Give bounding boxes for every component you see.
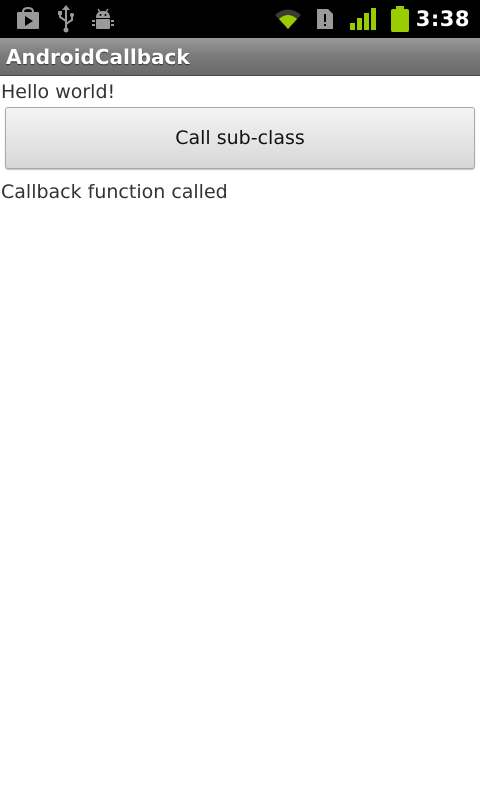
callback-status-text: Callback function called	[1, 181, 228, 203]
sd-card-icon	[314, 0, 336, 38]
play-store-icon	[14, 0, 42, 38]
main-content: Hello world! Call sub-class Callback fun…	[0, 76, 480, 800]
usb-icon	[54, 0, 78, 38]
app-title: AndroidCallback	[6, 45, 190, 69]
battery-icon	[388, 0, 412, 38]
status-time: 3:38	[415, 7, 470, 31]
android-debug-icon	[90, 0, 116, 38]
wifi-icon	[272, 0, 304, 38]
status-bar: 3:38	[0, 0, 480, 38]
signal-icon	[348, 0, 378, 38]
app-title-bar: AndroidCallback	[0, 38, 480, 76]
call-sub-class-button[interactable]: Call sub-class	[5, 107, 475, 169]
hello-text: Hello world!	[1, 81, 116, 103]
